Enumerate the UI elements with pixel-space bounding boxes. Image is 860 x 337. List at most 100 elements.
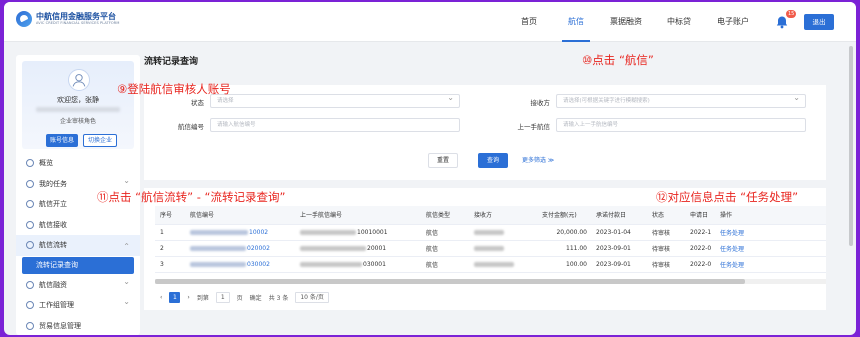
table-row: 2 020002 20001 航信 111.00 2023-09-01 待审核 … bbox=[155, 240, 826, 257]
sidebar-item-label: 航信接收 bbox=[39, 220, 67, 229]
col-header: 上一手航信编号 bbox=[295, 206, 421, 225]
code-label: 航信编号 bbox=[178, 123, 204, 131]
code-cell[interactable]: 020002 bbox=[185, 240, 295, 257]
results-panel: 序号 航信编号 上一手航信编号 航信类型 接收方 支付金额(元) 承诺付款日 状… bbox=[144, 188, 826, 310]
scrollbar-thumb[interactable] bbox=[155, 279, 745, 284]
annotation-step-10: ⑩点击 “航信” bbox=[582, 53, 654, 67]
account-info-button[interactable]: 账号信息 bbox=[46, 134, 78, 147]
financing-icon bbox=[26, 280, 34, 289]
platform-logo[interactable]: 中航信用金融服务平台 AVIC CREDIT FINANCIAL SERVICE… bbox=[16, 11, 119, 27]
table-row: 3 030002 030001 航信 100.00 2023-09-01 待审核… bbox=[155, 256, 826, 273]
receiver-select[interactable]: 请选择(可根据关键字进行模糊搜索) bbox=[556, 92, 806, 108]
sidebar-item-transfer-records[interactable]: 流转记录查询 bbox=[22, 256, 134, 274]
receiver-cell bbox=[469, 240, 537, 257]
task-handle-link[interactable]: 任务处理 bbox=[715, 240, 826, 257]
sidebar-item-label: 航信开立 bbox=[39, 200, 67, 208]
sidebar-item-financing[interactable]: 航信融资 bbox=[16, 272, 140, 296]
masked-receiver bbox=[474, 229, 504, 235]
logo-subtitle: AVIC CREDIT FINANCIAL SERVICES PLATFORM bbox=[36, 21, 120, 25]
status-label: 状态 bbox=[191, 99, 204, 107]
task-handle-link[interactable]: 任务处理 bbox=[715, 256, 826, 273]
nav-bid-loan[interactable]: 中标贷 bbox=[654, 2, 704, 42]
task-handle-link[interactable]: 任务处理 bbox=[715, 224, 826, 241]
sidebar-item-workgroup[interactable]: 工作组管理 bbox=[16, 292, 140, 316]
masked-prev-code bbox=[300, 229, 356, 235]
col-header: 操作 bbox=[715, 206, 826, 225]
nav-hangxin[interactable]: 航信 bbox=[554, 2, 598, 42]
page-scrollbar[interactable] bbox=[849, 46, 853, 246]
amount-cell: 111.00 bbox=[537, 240, 591, 257]
nav-bill-financing[interactable]: 票据融资 bbox=[598, 2, 654, 42]
code-cell[interactable]: 10002 bbox=[185, 224, 295, 241]
receive-icon bbox=[26, 220, 34, 229]
type-cell: 航信 bbox=[421, 224, 469, 241]
col-header: 状态 bbox=[647, 206, 685, 225]
sidebar-item-transfer[interactable]: 航信流转 bbox=[16, 235, 140, 257]
issue-icon bbox=[26, 200, 34, 209]
reset-button[interactable]: 重置 bbox=[428, 153, 458, 168]
nav-home[interactable]: 首页 bbox=[504, 2, 554, 42]
more-filter-link[interactable]: 更多筛选 ≫ bbox=[522, 155, 554, 164]
nav-e-account[interactable]: 电子账户 bbox=[704, 2, 762, 42]
prev-code-tail: 030001 bbox=[363, 260, 386, 268]
col-header: 支付金额(元) bbox=[537, 206, 591, 225]
page-number-current[interactable]: 1 bbox=[169, 292, 181, 303]
col-header: 航信编号 bbox=[185, 206, 295, 225]
sidebar-item-overview[interactable]: 概览 bbox=[16, 153, 140, 174]
code-input[interactable]: 请输入航信编号 bbox=[210, 118, 460, 132]
goto-page-input[interactable]: 1 bbox=[215, 292, 230, 303]
masked-receiver bbox=[474, 245, 504, 251]
amount-cell: 100.00 bbox=[537, 256, 591, 273]
masked-prev-code bbox=[300, 261, 362, 267]
sidebar-item-label: 航信流转 bbox=[39, 241, 67, 249]
status-cell: 待审核 bbox=[647, 224, 685, 241]
status-cell: 待审核 bbox=[647, 256, 685, 273]
page-size-select[interactable]: 10 条/页 bbox=[295, 292, 329, 303]
code-cell[interactable]: 030002 bbox=[185, 256, 295, 273]
prev-code-tail: 10010001 bbox=[357, 228, 388, 236]
sidebar-item-trade-info[interactable]: 贸易信息管理 bbox=[16, 316, 140, 336]
sidebar-item-receive[interactable]: 航信接收 bbox=[16, 215, 140, 236]
masked-code bbox=[190, 229, 248, 235]
apply-date-cell: 2022-1 bbox=[685, 224, 715, 241]
user-card: 欢迎您，张静 企业审核角色 账号信息 切换企业 bbox=[22, 61, 134, 149]
col-header: 承诺付款日 bbox=[591, 206, 647, 225]
app-window: 中航信用金融服务平台 AVIC CREDIT FINANCIAL SERVICE… bbox=[4, 2, 856, 335]
due-date-cell: 2023-01-04 bbox=[591, 224, 647, 241]
page-unit: 页 bbox=[236, 295, 243, 302]
next-page-icon[interactable]: › bbox=[187, 294, 189, 301]
sidebar-item-label: 航信融资 bbox=[39, 280, 67, 289]
col-header: 航信类型 bbox=[421, 206, 469, 225]
code-tail: 020002 bbox=[247, 244, 270, 252]
prev-page-icon[interactable]: ‹ bbox=[160, 294, 162, 301]
switch-company-button[interactable]: 切换企业 bbox=[83, 134, 117, 147]
prev-code-cell: 10010001 bbox=[295, 224, 421, 241]
type-cell: 航信 bbox=[421, 240, 469, 257]
status-select[interactable]: 请选择 bbox=[210, 92, 460, 108]
logo-icon bbox=[16, 11, 32, 27]
col-header: 序号 bbox=[155, 206, 185, 225]
main-nav: 首页 航信 票据融资 中标贷 电子账户 bbox=[504, 2, 762, 42]
due-date-cell: 2023-09-01 bbox=[591, 256, 647, 273]
amount-cell: 20,000.00 bbox=[537, 224, 591, 241]
table-horizontal-scrollbar[interactable] bbox=[155, 279, 826, 284]
sidebar-item-label: 我的任务 bbox=[39, 179, 67, 188]
prev-code-input[interactable]: 请输入上一手航信编号 bbox=[556, 118, 806, 132]
code-tail: 10002 bbox=[249, 228, 269, 236]
notification-badge: 15 bbox=[786, 10, 797, 18]
query-button[interactable]: 查询 bbox=[478, 153, 508, 168]
row-index: 1 bbox=[155, 224, 185, 241]
logout-button[interactable]: 退出 bbox=[804, 14, 834, 30]
receiver-cell bbox=[469, 256, 537, 273]
masked-code bbox=[190, 245, 246, 251]
task-icon bbox=[26, 179, 34, 188]
sidebar-menu: 概览 我的任务 航信开立 航信接收 航信流转 流转记录查询 航信融资 工作组管理… bbox=[16, 153, 140, 335]
code-tail: 030002 bbox=[247, 260, 270, 268]
user-role: 企业审核角色 bbox=[59, 118, 96, 125]
annotation-step-9: ⑨登陆航信审核人账号 bbox=[117, 82, 231, 96]
search-panel: 状态 请选择 接收方 请选择(可根据关键字进行模糊搜索) 航信编号 请输入航信编… bbox=[144, 85, 826, 180]
results-table: 序号 航信编号 上一手航信编号 航信类型 接收方 支付金额(元) 承诺付款日 状… bbox=[155, 206, 826, 273]
goto-confirm-button[interactable]: 确定 bbox=[250, 293, 262, 302]
workgroup-icon bbox=[26, 301, 34, 310]
sidebar-item-label: 贸易信息管理 bbox=[39, 321, 81, 330]
